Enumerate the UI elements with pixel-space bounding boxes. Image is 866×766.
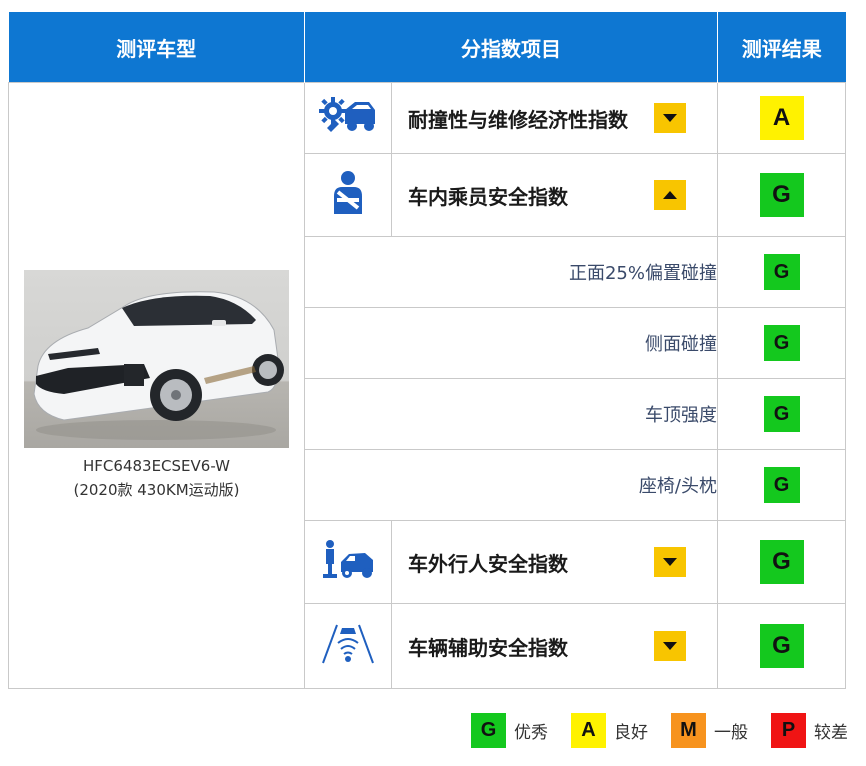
name-cell-crash-repair: 耐撞性与维修经济性指数 xyxy=(391,82,718,154)
result-cell-seat-headrest: G xyxy=(717,449,846,521)
rating-table-container: 测评车型 分指数项目 测评结果 HFC6483ECSEV6-W (2020款 4… xyxy=(8,12,846,691)
chevron-down-icon xyxy=(663,558,677,566)
result-cell-roof-strength: G xyxy=(717,378,846,450)
icon-cell-pedestrian xyxy=(304,520,392,604)
expand-toggle-crash-repair[interactable] xyxy=(654,103,686,133)
legend-item-good: G 优秀 xyxy=(471,713,548,748)
name-cell-pedestrian: 车外行人安全指数 xyxy=(391,520,718,604)
name-cell-driver-assist: 车辆辅助安全指数 xyxy=(391,603,718,689)
chevron-down-icon xyxy=(663,114,677,122)
rating-badge-crash-repair: A xyxy=(759,96,804,140)
sub-item-seat-headrest: 座椅/头枕 xyxy=(304,449,718,521)
car-edition: (2020款 430KM运动版) xyxy=(73,480,240,499)
legend-badge-g: G xyxy=(471,713,506,748)
seatbelt-occupant-icon xyxy=(328,171,368,220)
sub-item-roof-strength: 车顶强度 xyxy=(304,378,718,450)
rating-badge-pedestrian: G xyxy=(759,540,804,584)
legend-badge-m: M xyxy=(671,713,706,748)
result-cell-driver-assist: G xyxy=(717,603,846,689)
name-cell-occupant: 车内乘员安全指数 xyxy=(391,153,718,237)
car-repair-gear-icon xyxy=(319,97,377,140)
index-label-pedestrian: 车外行人安全指数 xyxy=(408,551,568,576)
chevron-down-icon xyxy=(663,642,677,650)
icon-cell-crash-repair xyxy=(304,82,392,154)
legend-badge-p: P xyxy=(771,713,806,748)
result-cell-crash-repair: A xyxy=(717,82,846,154)
legend-item-poor: P 较差 xyxy=(771,713,848,748)
sub-item-side-impact: 侧面碰撞 xyxy=(304,307,718,379)
pedestrian-car-icon xyxy=(321,540,375,584)
result-cell-pedestrian: G xyxy=(717,520,846,604)
car-model-code: HFC6483ECSEV6-W xyxy=(83,456,230,475)
header-index: 分指数项目 xyxy=(304,12,718,83)
legend-label-g: 优秀 xyxy=(514,723,548,743)
rating-legend: G 优秀 A 良好 M 一般 P 较差 xyxy=(448,713,848,748)
legend-item-marginal: M 一般 xyxy=(671,713,748,748)
chevron-up-icon xyxy=(663,191,677,199)
car-cell: HFC6483ECSEV6-W (2020款 430KM运动版) xyxy=(8,82,305,689)
legend-badge-a: A xyxy=(571,713,606,748)
driver-assist-lane-icon xyxy=(321,624,375,669)
collapse-toggle-occupant[interactable] xyxy=(654,180,686,210)
legend-label-a: 良好 xyxy=(614,723,648,743)
index-label-occupant: 车内乘员安全指数 xyxy=(408,184,568,209)
legend-label-m: 一般 xyxy=(714,723,748,743)
icon-cell-occupant xyxy=(304,153,392,237)
rating-badge-driver-assist: G xyxy=(759,624,804,668)
index-row-crash-repair: HFC6483ECSEV6-W (2020款 430KM运动版) 耐撞性与维修经… xyxy=(8,82,846,689)
result-cell-frontal-offset: G xyxy=(717,236,846,308)
header-row: 测评车型 分指数项目 测评结果 xyxy=(8,12,846,83)
sub-item-frontal-offset: 正面25%偏置碰撞 xyxy=(304,236,718,308)
index-label-driver-assist: 车辆辅助安全指数 xyxy=(408,635,568,660)
rating-badge-seat-headrest: G xyxy=(763,467,800,503)
expand-toggle-driver-assist[interactable] xyxy=(654,631,686,661)
expand-toggle-pedestrian[interactable] xyxy=(654,547,686,577)
result-cell-occupant: G xyxy=(717,153,846,237)
car-photo xyxy=(24,269,289,448)
header-model: 测评车型 xyxy=(8,12,305,83)
result-cell-side-impact: G xyxy=(717,307,846,379)
rating-table: 测评车型 分指数项目 测评结果 HFC6483ECSEV6-W (2020款 4… xyxy=(8,12,846,689)
rating-badge-roof-strength: G xyxy=(763,396,800,432)
rating-badge-occupant: G xyxy=(759,173,804,217)
index-label-crash-repair: 耐撞性与维修经济性指数 xyxy=(408,107,628,132)
header-result: 测评结果 xyxy=(717,12,846,83)
icon-cell-driver-assist xyxy=(304,603,392,689)
car-caption: HFC6483ECSEV6-W (2020款 430KM运动版) xyxy=(9,454,304,502)
rating-badge-side-impact: G xyxy=(763,325,800,361)
legend-item-acceptable: A 良好 xyxy=(571,713,648,748)
legend-label-p: 较差 xyxy=(814,723,848,743)
rating-badge-frontal-offset: G xyxy=(763,254,800,290)
